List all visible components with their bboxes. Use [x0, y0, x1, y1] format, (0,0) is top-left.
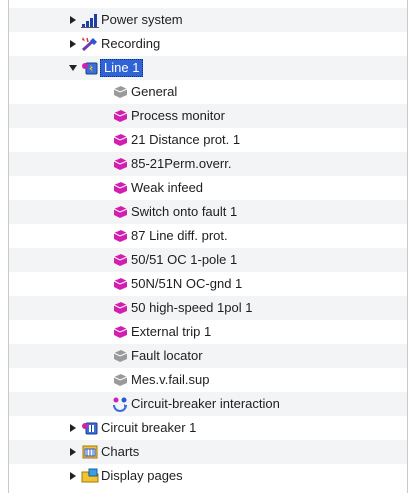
tree-item-external-trip[interactable]: External trip 1 — [9, 320, 407, 344]
display-pages-icon — [81, 468, 99, 484]
tree-item-process-monitor[interactable]: Process monitor — [9, 104, 407, 128]
function-block-magenta-icon — [111, 204, 129, 220]
tree-item-charts[interactable]: Charts — [9, 440, 407, 464]
function-block-magenta-icon — [111, 156, 129, 172]
tree-item-label: Display pages — [101, 468, 183, 483]
tree-item-label: Power system — [101, 12, 183, 27]
recording-wand-icon — [81, 36, 99, 52]
tree-item-label: Switch onto fault 1 — [131, 204, 238, 219]
tree-item-line-1[interactable]: Line 1 — [9, 56, 407, 80]
tree-item-label: 50/51 OC 1-pole 1 — [131, 252, 238, 267]
project-tree: Power system Recording Line 1 General Pr… — [8, 0, 408, 493]
tree-item-50-51-oc-1-pole[interactable]: 50/51 OC 1-pole 1 — [9, 248, 407, 272]
collapse-arrow-icon[interactable] — [67, 62, 79, 74]
function-block-gray-icon — [111, 348, 129, 364]
tree-item-label: Charts — [101, 444, 140, 459]
tree-item-label: 50N/51N OC-gnd 1 — [131, 276, 243, 291]
tree-item-circuit-breaker-1[interactable]: Circuit breaker 1 — [9, 416, 407, 440]
tree-item-recording[interactable]: Recording — [9, 32, 407, 56]
tree-item-85-21-perm-overr[interactable]: 85-21Perm.overr. — [9, 152, 407, 176]
tree-item-label-selected: Line 1 — [100, 59, 144, 77]
tree-item-label: 21 Distance prot. 1 — [131, 132, 241, 147]
tree-item-fault-locator[interactable]: Fault locator — [9, 344, 407, 368]
tree-item-label: 87 Line diff. prot. — [131, 228, 228, 243]
tree-item-label: Mes.v.fail.sup — [131, 372, 210, 387]
tree-item-50-high-speed[interactable]: 50 high-speed 1pol 1 — [9, 296, 407, 320]
function-block-magenta-icon — [111, 180, 129, 196]
tree-item-label: Recording — [101, 36, 161, 51]
expand-arrow-icon[interactable] — [67, 470, 79, 482]
tree-item-label: Fault locator — [131, 348, 203, 363]
expand-arrow-icon[interactable] — [67, 446, 79, 458]
tree-item-label: 85-21Perm.overr. — [131, 156, 232, 171]
tree-item-label: External trip 1 — [131, 324, 212, 339]
tree-item-label: Process monitor — [131, 108, 225, 123]
function-block-magenta-icon — [111, 276, 129, 292]
function-block-magenta-icon — [111, 108, 129, 124]
tree-item-power-system[interactable]: Power system — [9, 8, 407, 32]
tree-item-mes-v-fail-sup[interactable]: Mes.v.fail.sup — [9, 368, 407, 392]
interaction-icon — [111, 396, 129, 412]
tree-item-weak-infeed[interactable]: Weak infeed — [9, 176, 407, 200]
expand-arrow-icon[interactable] — [67, 422, 79, 434]
function-block-gray-icon — [111, 372, 129, 388]
bar-chart-icon — [81, 12, 99, 28]
tree-item-21-distance-prot[interactable]: 21 Distance prot. 1 — [9, 128, 407, 152]
tree-item-display-pages[interactable]: Display pages — [9, 464, 407, 488]
function-block-magenta-icon — [111, 324, 129, 340]
function-block-magenta-icon — [111, 252, 129, 268]
expand-arrow-icon[interactable] — [67, 14, 79, 26]
function-block-magenta-icon — [111, 300, 129, 316]
function-block-gray-icon — [111, 84, 129, 100]
tree-item-label: General — [131, 84, 178, 99]
tree-item-label: Weak infeed — [131, 180, 204, 195]
expand-arrow-icon[interactable] — [67, 38, 79, 50]
tree-item-general[interactable]: General — [9, 80, 407, 104]
function-block-magenta-icon — [111, 132, 129, 148]
charts-icon — [81, 444, 99, 460]
circuit-breaker-icon — [81, 420, 99, 436]
tree-item-50n-51n-oc-gnd[interactable]: 50N/51N OC-gnd 1 — [9, 272, 407, 296]
tree-item-87-line-diff-prot[interactable]: 87 Line diff. prot. — [9, 224, 407, 248]
tree-item-circuit-breaker-interaction[interactable]: Circuit-breaker interaction — [9, 392, 407, 416]
tree-item-label: Circuit breaker 1 — [101, 420, 197, 435]
function-block-magenta-icon — [111, 228, 129, 244]
tree-item-label: Circuit-breaker interaction — [131, 396, 280, 411]
line-device-icon — [81, 60, 99, 76]
tree-item-label: 50 high-speed 1pol 1 — [131, 300, 253, 315]
tree-item-switch-onto-fault[interactable]: Switch onto fault 1 — [9, 200, 407, 224]
